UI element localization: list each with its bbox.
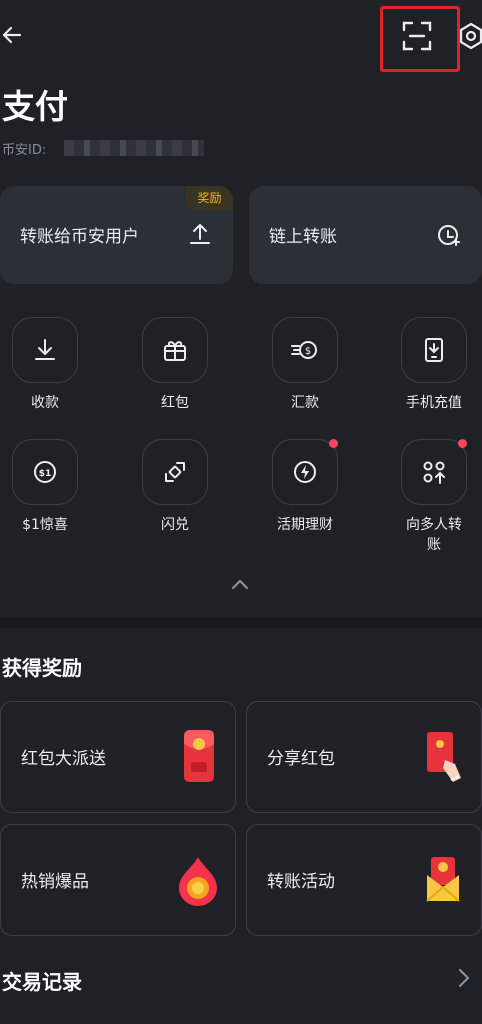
quick-action-phone-topup[interactable]: 手机充值	[390, 317, 478, 413]
quick-action-label: 闪兑	[161, 517, 189, 533]
phone-topup-icon	[425, 338, 443, 362]
collapse-button[interactable]	[228, 574, 252, 594]
dollar-coin-icon: $1	[34, 461, 56, 483]
chevron-right-icon	[458, 968, 470, 988]
phone-topup-icon-box	[401, 317, 467, 383]
reward-badge: 奖励	[186, 186, 233, 210]
quick-action-swap[interactable]: 闪兑	[131, 439, 219, 535]
transfer-to-user-label: 转账给币安用户	[20, 227, 139, 247]
reward-card-transfer-activity[interactable]: 转账活动	[246, 824, 482, 936]
top-bar	[0, 0, 482, 80]
swap-icon-box	[142, 439, 208, 505]
back-button[interactable]	[0, 22, 24, 48]
arrow-left-icon	[2, 26, 22, 44]
svg-text:$1: $1	[39, 469, 52, 479]
reward-card-label: 分享红包	[267, 749, 335, 769]
quick-action-label: 收款	[31, 395, 59, 411]
scan-icon	[402, 21, 432, 51]
gift-icon	[164, 341, 186, 361]
transaction-history-title[interactable]: 交易记录	[2, 966, 82, 995]
transfer-activity-icon	[426, 857, 460, 902]
remit-icon-box: $	[272, 317, 338, 383]
uid-value-masked	[64, 140, 204, 156]
receive-icon-box	[12, 317, 78, 383]
reward-card-red-packet-giveaway[interactable]: 红包大派送	[0, 701, 236, 813]
onchain-transfer-label: 链上转账	[269, 227, 337, 247]
quick-action-label: 手机充值	[406, 395, 462, 411]
reward-card-label: 红包大派送	[21, 749, 106, 769]
reward-card-share-red-packet[interactable]: 分享红包	[246, 701, 482, 813]
notification-dot	[458, 439, 467, 448]
quick-action-red-packet[interactable]: 红包	[131, 317, 219, 413]
quick-action-multi-transfer[interactable]: 向多人转账	[390, 439, 478, 555]
share-envelope-icon	[427, 732, 461, 782]
transaction-history-chevron[interactable]	[456, 966, 472, 990]
page-title: 支付	[2, 87, 68, 126]
swap-icon	[165, 462, 185, 482]
chevron-up-icon	[231, 579, 249, 590]
hot-fire-icon	[179, 857, 217, 906]
hexagon-settings-icon	[459, 22, 482, 50]
reward-card-label: 热销爆品	[21, 872, 89, 892]
upload-arrow-icon	[188, 222, 212, 246]
quick-action-flexible-savings[interactable]: 活期理财	[261, 439, 349, 535]
remit-dollar-icon: $	[291, 341, 317, 359]
download-icon	[35, 339, 55, 360]
chain-transfer-icon	[437, 224, 461, 248]
scan-button[interactable]	[401, 20, 433, 52]
dollar-surprise-icon-box: $1	[12, 439, 78, 505]
quick-action-label: 红包	[161, 395, 189, 411]
flexible-savings-icon-box	[272, 439, 338, 505]
multi-transfer-icon-box	[401, 439, 467, 505]
uid-label: 币安ID:	[2, 143, 47, 158]
red-packet-icon-box	[142, 317, 208, 383]
quick-action-label: 汇款	[291, 395, 319, 411]
settings-button[interactable]	[458, 22, 482, 50]
reward-card-hot-items[interactable]: 热销爆品	[0, 824, 236, 936]
quick-action-receive[interactable]: 收款	[1, 317, 89, 413]
section-divider	[0, 618, 482, 628]
reward-card-label: 转账活动	[267, 872, 335, 892]
lightning-icon	[294, 461, 316, 483]
svg-text:$: $	[305, 346, 311, 357]
quick-action-label: 向多人转账	[406, 517, 462, 553]
red-envelope-icon	[184, 730, 214, 782]
rewards-section-title: 获得奖励	[2, 656, 82, 680]
quick-action-label: 活期理财	[277, 517, 333, 533]
quick-action-dollar-surprise[interactable]: $1 $1惊喜	[1, 439, 89, 535]
onchain-transfer-card[interactable]: 链上转账	[249, 186, 482, 284]
quick-action-remit[interactable]: $ 汇款	[261, 317, 349, 413]
notification-dot	[329, 439, 338, 448]
multi-transfer-icon	[423, 461, 445, 484]
quick-action-label: $1惊喜	[22, 517, 68, 533]
